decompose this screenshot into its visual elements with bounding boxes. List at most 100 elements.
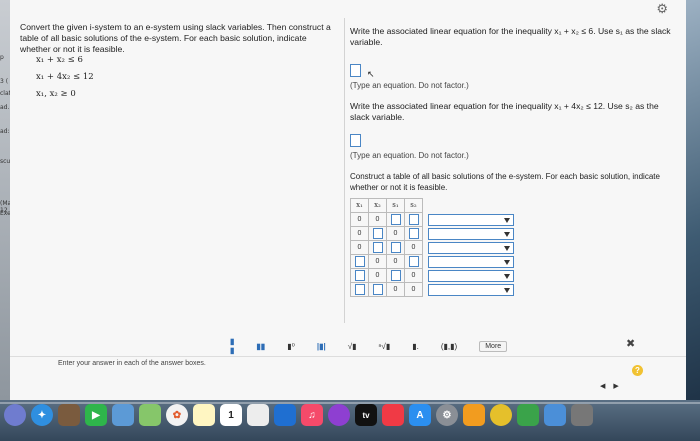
reminders-icon[interactable]: [247, 404, 269, 426]
pages-icon[interactable]: [463, 404, 485, 426]
inequality-2: x₁ + 4x₂ ≤ 12: [36, 72, 94, 82]
feasibility-dropdown[interactable]: [427, 255, 514, 268]
question-1-hint: (Type an equation. Do not factor.): [350, 81, 469, 90]
table-cell-input[interactable]: [404, 254, 423, 269]
table-cell-input[interactable]: [368, 282, 387, 297]
table-cell-input[interactable]: [368, 240, 387, 255]
maps-icon[interactable]: [139, 404, 161, 426]
question-window: ⚙ Convert the given i-system to an e-sys…: [10, 0, 686, 400]
cell-input-box[interactable]: [354, 255, 365, 267]
exponent-icon[interactable]: ▮⁰: [287, 342, 295, 351]
keynote-icon[interactable]: [274, 404, 296, 426]
gear-icon[interactable]: ⚙: [656, 1, 668, 17]
safari-icon[interactable]: ✦: [31, 404, 53, 426]
table-row: 0 0: [350, 254, 515, 269]
table-cell-input[interactable]: [350, 282, 369, 297]
table-cell-input[interactable]: [386, 212, 405, 227]
top-bar: ⚙: [10, 0, 686, 17]
table-cell: 0: [368, 254, 387, 269]
cell-input-box[interactable]: [354, 269, 365, 281]
screenshot-icon[interactable]: [571, 404, 593, 426]
cell-input-box[interactable]: [408, 255, 419, 267]
table-cell-input[interactable]: [350, 254, 369, 269]
cell-input-box[interactable]: [372, 241, 383, 253]
decimal-icon[interactable]: ▮.: [412, 342, 419, 351]
table-cell: 0: [368, 268, 387, 283]
table-cell-input[interactable]: [404, 226, 423, 241]
cell-input-box[interactable]: [390, 241, 401, 253]
dock-icons: ✦ ▶ ✿ 1 ♫ tv A ⚙: [4, 404, 593, 426]
apple-tv-icon[interactable]: tv: [355, 404, 377, 426]
calendar-icon[interactable]: 1: [220, 404, 242, 426]
preview-icon[interactable]: [544, 404, 566, 426]
header-x1: x₁: [350, 198, 369, 213]
table-cell-input[interactable]: [386, 240, 405, 255]
table-cell: 0: [404, 282, 423, 297]
photos-slideshow-icon[interactable]: [58, 404, 80, 426]
table-cell: 0: [404, 268, 423, 283]
podcasts-icon[interactable]: [328, 404, 350, 426]
question-2-text: Write the associated linear equation for…: [350, 101, 659, 122]
nth-root-icon[interactable]: ⁿ√▮: [379, 342, 391, 351]
finder-icon[interactable]: [112, 404, 134, 426]
next-arrow-icon[interactable]: ▶: [613, 382, 618, 390]
nonnegativity: x₁, x₂ ≥ 0: [36, 89, 76, 99]
music-icon[interactable]: ♫: [301, 404, 323, 426]
table-header-row: x₁ x₂ s₁ s₂: [350, 198, 515, 213]
prev-arrow-icon[interactable]: ◀: [600, 382, 605, 390]
photos-icon[interactable]: ✿: [166, 404, 188, 426]
table-cell-input[interactable]: [368, 226, 387, 241]
interval-icon[interactable]: (▮,▮): [441, 342, 457, 351]
table-cell-input[interactable]: [386, 268, 405, 283]
table-cell-input[interactable]: [350, 268, 369, 283]
cell-input-box[interactable]: [372, 283, 383, 295]
header-s2: s₂: [404, 198, 423, 213]
feasibility-dropdown[interactable]: [427, 269, 514, 282]
mixed-fraction-icon[interactable]: ▮▮: [256, 342, 265, 351]
fraction-icon[interactable]: ▮ ▮: [230, 337, 234, 355]
cell-input-box[interactable]: [408, 213, 419, 225]
table-cell: 0: [368, 212, 387, 227]
feasibility-dropdown[interactable]: [427, 283, 514, 296]
table-cell: 0: [350, 240, 369, 255]
table-intro: Construct a table of all basic solutions…: [350, 172, 660, 192]
cell-input-box[interactable]: [354, 283, 365, 295]
math-toolbar: ▮ ▮ ▮▮ ▮⁰ |▮| √▮ ⁿ√▮ ▮. (▮,▮) More: [230, 337, 670, 355]
numbers-icon[interactable]: [517, 404, 539, 426]
bg-fragment: 3 (: [0, 78, 9, 85]
sqrt-icon[interactable]: √▮: [348, 342, 357, 351]
answer-pane: Write the associated linear equation for…: [350, 26, 680, 297]
absolute-value-icon[interactable]: |▮|: [317, 342, 326, 351]
basic-solutions-table: x₁ x₂ s₁ s₂ 0 0 0 0 0 0 0 0 0 0 0 0: [350, 198, 515, 297]
instruction-text: Enter your answer in each of the answer …: [58, 360, 206, 367]
news-icon[interactable]: [382, 404, 404, 426]
header-x2: x₂: [368, 198, 387, 213]
chrome-icon[interactable]: [490, 404, 512, 426]
cell-input-box[interactable]: [390, 269, 401, 281]
table-row: 0 0: [350, 240, 515, 255]
table-cell: 0: [350, 226, 369, 241]
app-store-icon[interactable]: A: [409, 404, 431, 426]
equation-2-input[interactable]: [350, 134, 361, 147]
facetime-icon[interactable]: ▶: [85, 404, 107, 426]
siri-icon[interactable]: [4, 404, 26, 426]
help-icon[interactable]: ?: [632, 365, 643, 376]
table-cell: 0: [386, 226, 405, 241]
cell-input-box[interactable]: [372, 227, 383, 239]
feasibility-dropdown[interactable]: [427, 213, 514, 226]
feasibility-dropdown[interactable]: [427, 241, 514, 254]
table-cell: 0: [386, 282, 405, 297]
question-1-text: Write the associated linear equation for…: [350, 26, 671, 47]
notes-icon[interactable]: [193, 404, 215, 426]
cell-input-box[interactable]: [408, 227, 419, 239]
close-icon[interactable]: ✖: [626, 337, 635, 350]
system-preferences-icon[interactable]: ⚙: [436, 404, 458, 426]
footer-divider: [10, 356, 686, 357]
table-cell-input[interactable]: [404, 212, 423, 227]
pane-divider: [344, 18, 345, 323]
more-button[interactable]: More: [479, 340, 508, 352]
feasibility-dropdown[interactable]: [427, 227, 514, 240]
cell-input-box[interactable]: [390, 213, 401, 225]
header-s1: s₁: [386, 198, 405, 213]
equation-1-input[interactable]: [350, 64, 361, 77]
